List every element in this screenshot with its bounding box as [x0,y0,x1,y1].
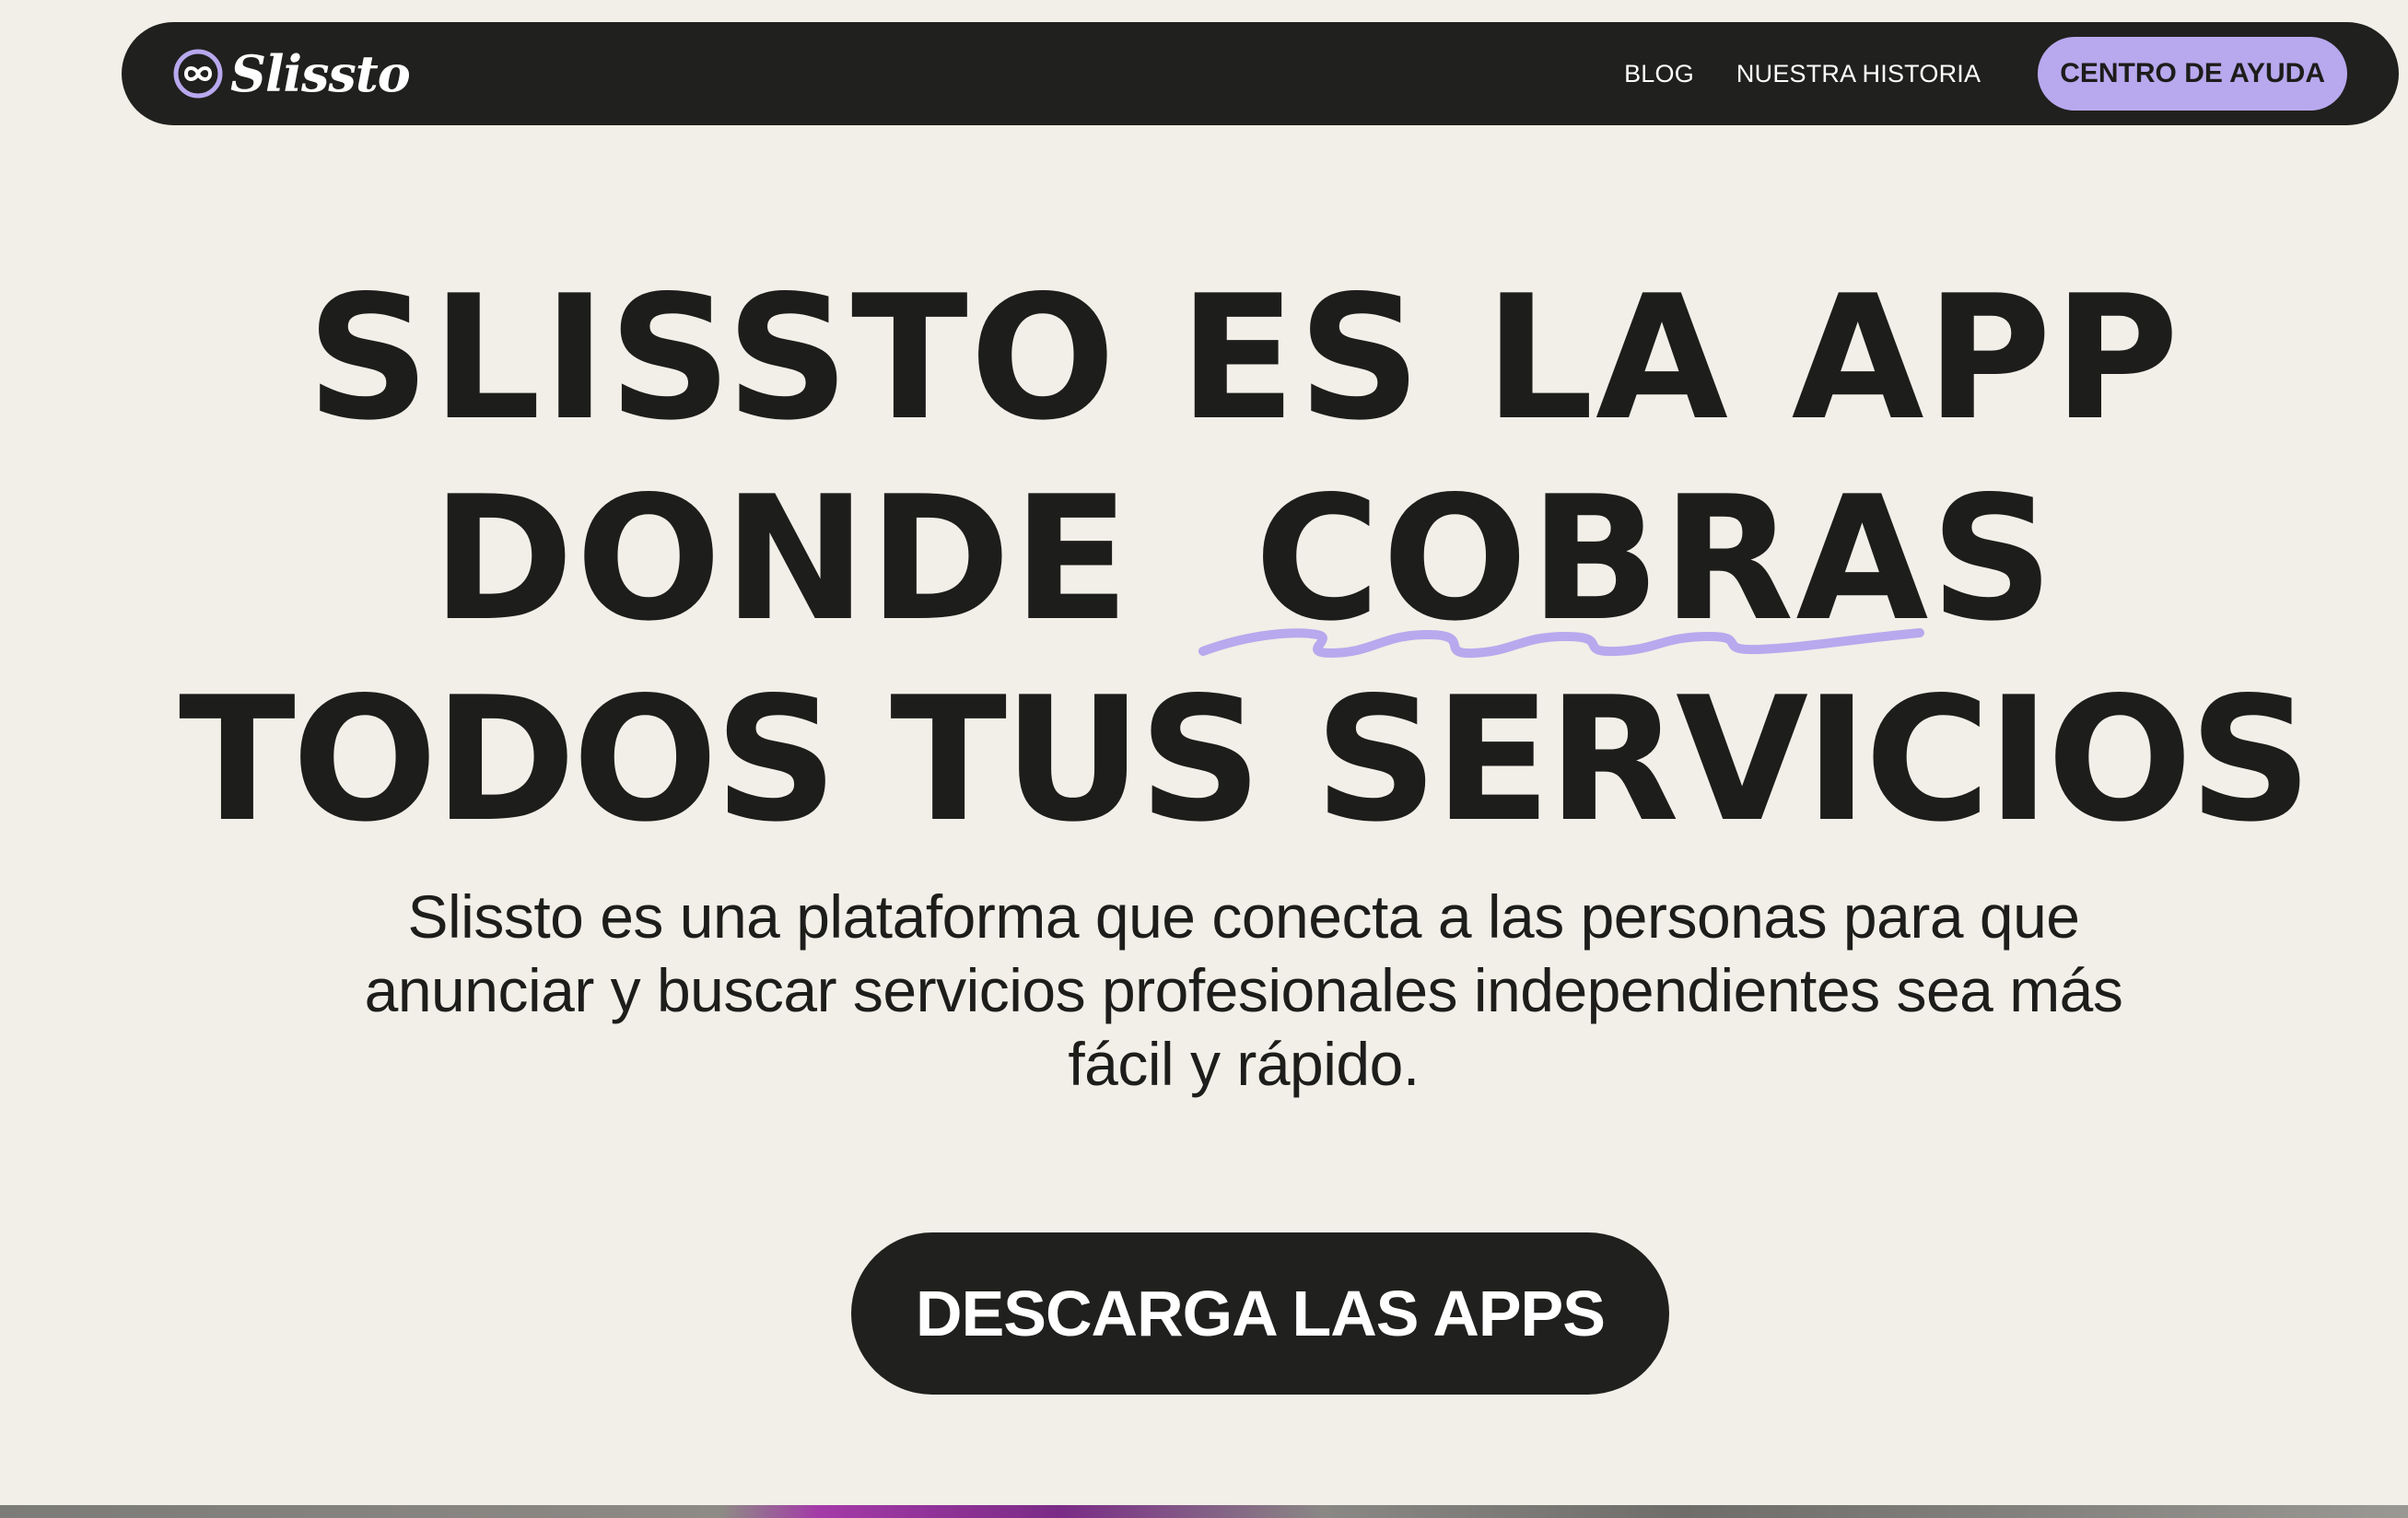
logo[interactable]: Slissto [173,44,411,103]
hero-headline: SLISSTO ES LA APP DONDE COBRAS TODOS TUS… [0,258,2408,860]
hero-headline-line-3: TODOS TUS SERVICIOS [178,660,2312,859]
hero-headline-line-1: SLISSTO ES LA APP [306,258,2181,458]
logo-wordmark: Slissto [230,44,411,103]
nav-link-our-story[interactable]: NUESTRA HISTORIA [1736,60,1981,88]
hero-image-strip [0,1505,2408,1518]
squiggle-underline-decoration [1198,628,1924,659]
help-center-button[interactable]: CENTRO DE AYUDA [2038,37,2347,111]
nav-links: BLOG NUESTRA HISTORIA CENTRO DE AYUDA [1582,37,2347,111]
top-navigation-bar: Slissto BLOG NUESTRA HISTORIA CENTRO DE … [122,22,2399,125]
nav-link-blog[interactable]: BLOG [1624,60,1694,88]
hero-description: Slissto es una plataforma que conecta a … [364,882,2123,1098]
download-apps-button[interactable]: DESCARGA LAS APPS [851,1232,1669,1395]
infinity-circle-icon [173,49,223,99]
